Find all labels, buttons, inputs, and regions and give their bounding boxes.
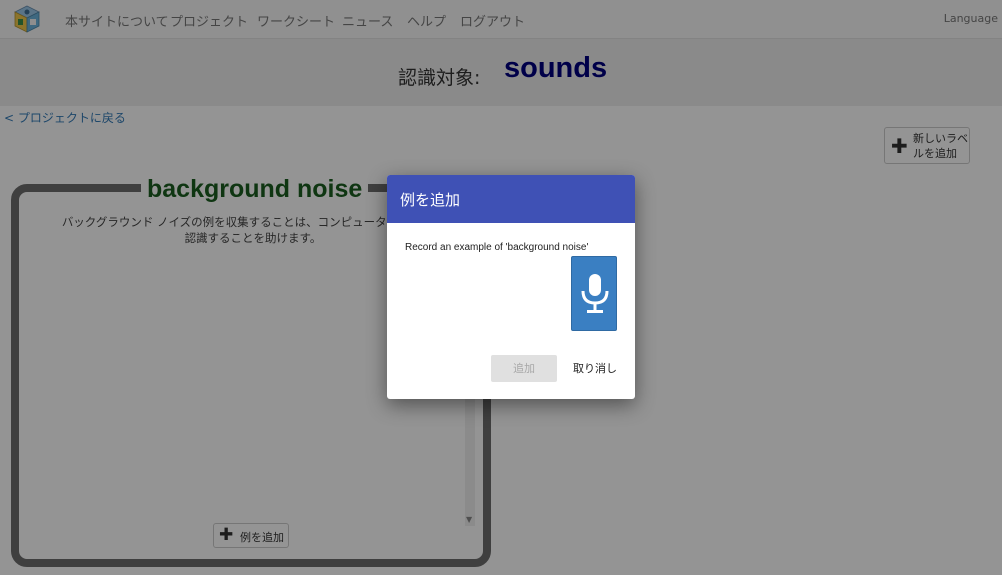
dialog-title: 例を追加: [400, 191, 461, 209]
record-microphone-button[interactable]: [571, 256, 617, 331]
dialog-header: 例を追加: [387, 175, 635, 223]
record-prompt: Record an example of 'background noise': [405, 242, 589, 253]
add-example-dialog: 例を追加 Record an example of 'background no…: [387, 175, 635, 399]
dialog-add-button[interactable]: 追加: [491, 355, 557, 382]
dialog-cancel-button[interactable]: 取り消し: [567, 355, 623, 382]
microphone-icon: [581, 274, 609, 313]
